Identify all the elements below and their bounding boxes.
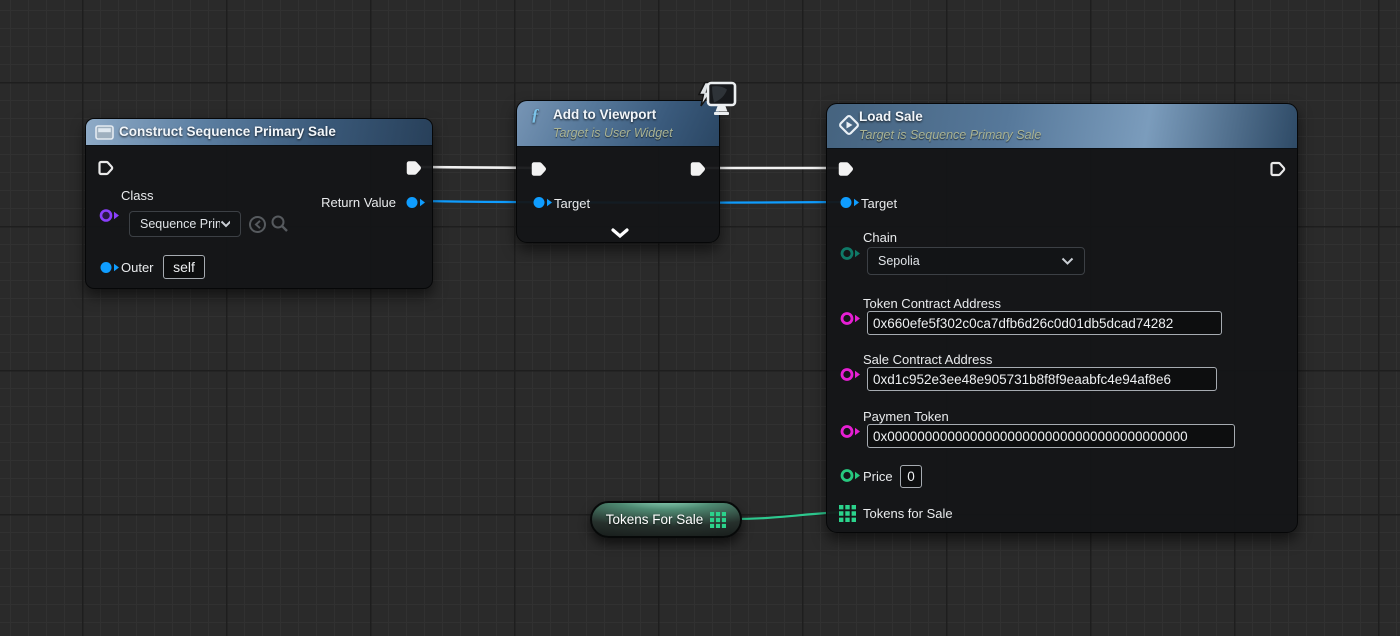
return-value-pin[interactable] bbox=[405, 195, 427, 215]
expand-node-chevron-icon[interactable] bbox=[610, 226, 630, 244]
outer-pin[interactable] bbox=[99, 260, 121, 280]
node-header[interactable]: Load Sale Target is Sequence Primary Sal… bbox=[827, 104, 1297, 149]
node-header[interactable]: Construct Sequence Primary Sale bbox=[86, 119, 432, 146]
array-output-pin[interactable] bbox=[710, 511, 727, 528]
price-pin[interactable] bbox=[840, 468, 862, 488]
sale-contract-address-label: Sale Contract Address bbox=[863, 352, 993, 367]
payment-token-input[interactable] bbox=[867, 424, 1235, 448]
chevron-down-icon bbox=[220, 220, 230, 228]
token-contract-address-input[interactable] bbox=[867, 311, 1222, 335]
payment-token-pin[interactable] bbox=[840, 424, 862, 444]
node-load-sale[interactable]: Load Sale Target is Sequence Primary Sal… bbox=[826, 103, 1298, 533]
node-header[interactable]: ƒ Add to Viewport Target is User Widget bbox=[517, 101, 719, 147]
node-construct-sequence-primary-sale[interactable]: Construct Sequence Primary Sale Class Se… bbox=[85, 118, 433, 289]
exec-out-pin[interactable] bbox=[1267, 158, 1289, 185]
chevron-down-icon bbox=[1061, 257, 1074, 265]
browse-search-icon[interactable] bbox=[270, 214, 290, 239]
chain-pin[interactable] bbox=[840, 246, 862, 266]
tokens-for-sale-label: Tokens for Sale bbox=[863, 506, 953, 521]
diamond-function-icon bbox=[837, 113, 861, 142]
exec-in-pin[interactable] bbox=[95, 157, 117, 184]
exec-out-pin[interactable] bbox=[687, 158, 709, 185]
target-pin[interactable] bbox=[839, 195, 861, 215]
chain-pin-label: Chain bbox=[863, 230, 897, 245]
node-title: Construct Sequence Primary Sale bbox=[119, 124, 336, 139]
use-selected-asset-icon[interactable] bbox=[248, 215, 267, 239]
node-variable-tokens-for-sale[interactable]: Tokens For Sale bbox=[590, 501, 742, 538]
payment-token-label: Paymen Token bbox=[863, 409, 949, 424]
node-subtitle: Target is User Widget bbox=[553, 126, 673, 140]
target-pin-label: Target bbox=[554, 196, 591, 211]
outer-value-input[interactable] bbox=[163, 255, 205, 279]
chain-select-dropdown[interactable]: Sepolia bbox=[867, 247, 1085, 275]
node-subtitle: Target is Sequence Primary Sale bbox=[859, 128, 1042, 142]
exec-in-pin[interactable] bbox=[835, 158, 857, 185]
viewport-monitor-icon bbox=[694, 81, 738, 123]
sale-contract-address-input[interactable] bbox=[867, 367, 1217, 391]
variable-label: Tokens For Sale bbox=[605, 512, 704, 527]
class-select-value: Sequence Prima bbox=[140, 217, 220, 231]
node-title: Add to Viewport bbox=[553, 107, 657, 122]
node-title: Load Sale bbox=[859, 109, 923, 124]
window-class-icon bbox=[95, 125, 114, 145]
sale-contract-address-pin[interactable] bbox=[840, 367, 862, 387]
target-pin[interactable] bbox=[532, 195, 554, 215]
class-select-dropdown[interactable]: Sequence Prima bbox=[129, 211, 241, 237]
return-value-label: Return Value bbox=[321, 195, 396, 210]
chain-select-value: Sepolia bbox=[878, 254, 920, 268]
tokens-for-sale-array-pin[interactable] bbox=[839, 505, 856, 527]
node-add-to-viewport[interactable]: ƒ Add to Viewport Target is User Widget … bbox=[516, 100, 720, 243]
class-pin[interactable] bbox=[99, 208, 121, 228]
class-pin-label: Class bbox=[121, 188, 154, 203]
outer-pin-label: Outer bbox=[121, 260, 154, 275]
exec-in-pin[interactable] bbox=[528, 158, 550, 185]
token-contract-address-pin[interactable] bbox=[840, 311, 862, 331]
exec-out-pin[interactable] bbox=[403, 157, 425, 184]
price-label: Price bbox=[863, 469, 893, 484]
blueprint-graph-canvas[interactable]: Construct Sequence Primary Sale Class Se… bbox=[0, 0, 1400, 636]
function-f-icon: ƒ bbox=[531, 105, 540, 124]
target-pin-label: Target bbox=[861, 196, 898, 211]
token-contract-address-label: Token Contract Address bbox=[863, 296, 1002, 311]
price-input[interactable] bbox=[900, 465, 922, 488]
